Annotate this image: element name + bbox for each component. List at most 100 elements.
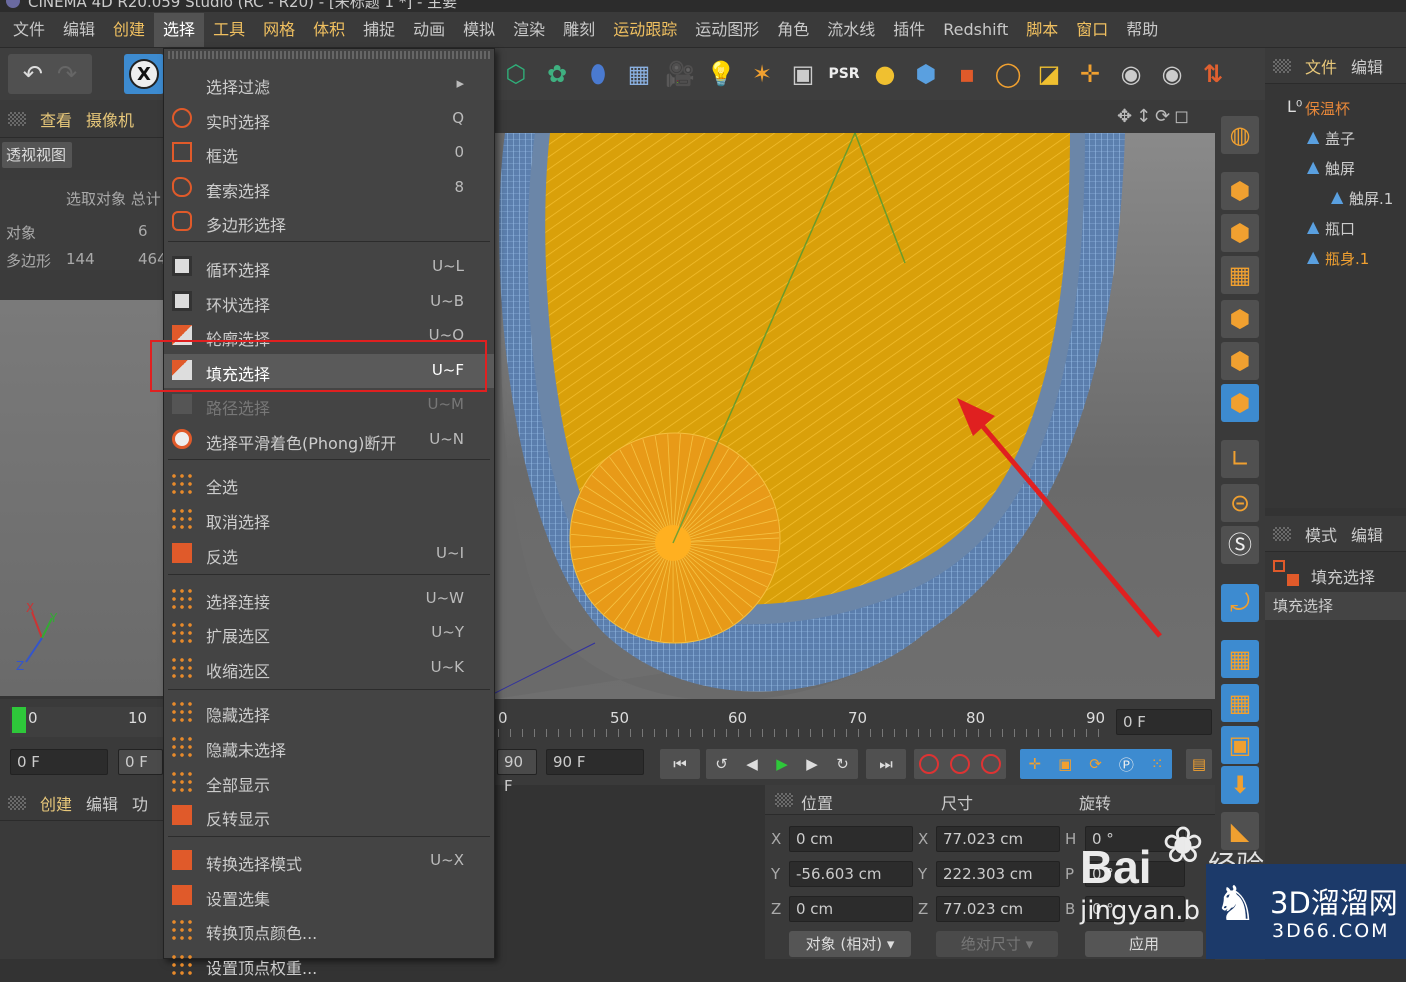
next-frame-icon[interactable]: ▶: [806, 755, 818, 773]
x-axis-button[interactable]: X: [124, 54, 164, 94]
menu-item-6[interactable]: 环状选择U~B: [164, 285, 494, 319]
render-region-icon[interactable]: ▣: [1221, 726, 1259, 764]
start-frame-field[interactable]: 0 F: [10, 749, 108, 775]
move-mode-icon[interactable]: ✛: [1072, 56, 1108, 92]
import-icon[interactable]: ⬇: [1221, 766, 1259, 804]
coord-mode-dropdown[interactable]: 对象 (相对) ▾: [789, 931, 911, 957]
workplane-icon[interactable]: ▦: [1221, 256, 1259, 294]
menu-item-0[interactable]: 选择过滤▸: [164, 67, 494, 101]
key-filter-controls[interactable]: ✛▣⟳Ⓟ⁙: [1020, 749, 1172, 779]
menu-14[interactable]: 角色: [768, 13, 818, 47]
menu-item-2[interactable]: 框选0: [164, 136, 494, 170]
param-key-icon[interactable]: Ⓟ: [1119, 754, 1134, 775]
menu-12[interactable]: 运动跟踪: [604, 13, 686, 47]
go-end-button[interactable]: ⏭: [866, 749, 906, 779]
menu-item-13[interactable]: 反选U~I: [164, 537, 494, 571]
record-icon[interactable]: [919, 754, 939, 774]
menu-item-3[interactable]: 套索选择8: [164, 171, 494, 205]
viewport-nav-icons[interactable]: ✥↕⟳◻: [1117, 106, 1193, 127]
min-frame-field[interactable]: 0 F: [118, 749, 163, 775]
object-item[interactable]: 盖子: [1325, 128, 1355, 149]
grid-key-icon[interactable]: ⁙: [1151, 755, 1164, 773]
menu-10[interactable]: 渲染: [504, 13, 554, 47]
nurbs-icon[interactable]: ⬮: [580, 56, 616, 92]
auto-key-icon[interactable]: [950, 754, 970, 774]
pos-x-field[interactable]: 0 cm: [789, 826, 913, 852]
scale-key-icon[interactable]: ▣: [1058, 755, 1072, 773]
undo-icon[interactable]: ↶: [23, 60, 43, 88]
menu-item-24[interactable]: 设置顶点权重...: [164, 948, 494, 982]
model-mode-icon[interactable]: ⬢: [1221, 172, 1259, 210]
menu-item-19[interactable]: 全部显示: [164, 765, 494, 799]
edges-mode-icon[interactable]: ⬢: [1221, 342, 1259, 380]
floor-icon[interactable]: ▦: [621, 56, 657, 92]
menu-item-20[interactable]: 反转显示: [164, 799, 494, 833]
playhead[interactable]: [12, 707, 26, 733]
size-y-field[interactable]: 222.303 cm: [936, 861, 1060, 887]
live-selection-icon[interactable]: ◉: [1113, 56, 1149, 92]
menu-17[interactable]: Redshift: [934, 13, 1017, 47]
playback-controls[interactable]: ↺◀▶▶↻: [706, 749, 858, 779]
tab-edit[interactable]: 编辑: [1351, 522, 1383, 546]
object-item[interactable]: 触屏: [1325, 158, 1355, 179]
grid-icon[interactable]: ▦: [1221, 684, 1259, 722]
size-z-field[interactable]: 77.023 cm: [936, 896, 1060, 922]
cube-primitive-icon[interactable]: ⬡: [498, 56, 534, 92]
menu-item-9[interactable]: 路径选择U~M: [164, 388, 494, 422]
object-item[interactable]: 瓶身.1: [1325, 248, 1369, 269]
tab-function[interactable]: 功: [132, 791, 148, 815]
menu-9[interactable]: 模拟: [454, 13, 504, 47]
snap-icon[interactable]: Ⓢ: [1221, 526, 1259, 564]
camera-icon[interactable]: 🎥: [662, 56, 698, 92]
menu-item-18[interactable]: 隐藏未选择: [164, 730, 494, 764]
keyframe-help-icon[interactable]: [981, 754, 1001, 774]
menu-item-17[interactable]: 隐藏选择: [164, 695, 494, 729]
tearoff-grip[interactable]: [168, 51, 490, 59]
object-mode-icon[interactable]: ⬢: [908, 56, 944, 92]
menu-19[interactable]: 窗口: [1067, 13, 1117, 47]
axis-lock-icon[interactable]: ⇅: [1195, 56, 1231, 92]
prev-key-icon[interactable]: ↺: [715, 755, 728, 773]
rot-h-field[interactable]: 0 °: [1085, 826, 1185, 852]
timeline-menu-icon[interactable]: ▤: [1186, 749, 1212, 779]
tab-edit[interactable]: 编辑: [86, 791, 118, 815]
menu-0[interactable]: 文件: [4, 13, 54, 47]
tab-view[interactable]: 查看: [40, 107, 72, 131]
record-controls[interactable]: [914, 749, 1006, 779]
menu-item-10[interactable]: 选择平滑着色(Phong)断开U~N: [164, 423, 494, 457]
coordinate-system-icon[interactable]: ●: [867, 56, 903, 92]
menu-item-14[interactable]: 选择连接U~W: [164, 582, 494, 616]
light-icon[interactable]: 💡: [703, 56, 739, 92]
menu-2[interactable]: 创建: [104, 13, 154, 47]
pos-z-field[interactable]: 0 cm: [789, 896, 913, 922]
redo-icon[interactable]: ↷: [57, 60, 77, 88]
apply-button[interactable]: 应用: [1085, 931, 1203, 957]
menu-1[interactable]: 编辑: [54, 13, 104, 47]
texture-icon[interactable]: ▣: [785, 56, 821, 92]
menu-13[interactable]: 运动图形: [686, 13, 768, 47]
prev-frame-icon[interactable]: ◀: [746, 755, 758, 773]
points-mode-icon[interactable]: ⬢: [1221, 300, 1259, 338]
menu-7[interactable]: 捕捉: [354, 13, 404, 47]
menu-15[interactable]: 流水线: [818, 13, 884, 47]
tab-camera[interactable]: 摄像机: [86, 107, 134, 131]
emitter-icon[interactable]: ✶: [744, 56, 780, 92]
menu-item-4[interactable]: 多边形选择: [164, 205, 494, 239]
psr-icon[interactable]: PSR: [826, 56, 862, 92]
menu-item-23[interactable]: 转换顶点颜色...: [164, 913, 494, 947]
texture-mode-icon[interactable]: ⬢: [1221, 214, 1259, 252]
play-icon[interactable]: ▶: [776, 755, 788, 773]
menu-item-22[interactable]: 设置选集: [164, 879, 494, 913]
menu-item-11[interactable]: 全选: [164, 467, 494, 501]
menu-8[interactable]: 动画: [404, 13, 454, 47]
tab-mode[interactable]: 模式: [1305, 522, 1337, 546]
max-frame-field[interactable]: 90 F: [497, 749, 537, 775]
move-key-icon[interactable]: ✛: [1029, 755, 1042, 773]
tweak-mode-icon[interactable]: ⊝: [1221, 484, 1259, 522]
magnet-icon[interactable]: ⤾: [1221, 584, 1259, 622]
pos-y-field[interactable]: -56.603 cm: [789, 861, 913, 887]
menu-item-12[interactable]: 取消选择: [164, 502, 494, 536]
perspective-view-label[interactable]: 透视视图: [2, 142, 72, 168]
tab-create[interactable]: 创建: [40, 791, 72, 815]
menu-18[interactable]: 脚本: [1017, 13, 1067, 47]
